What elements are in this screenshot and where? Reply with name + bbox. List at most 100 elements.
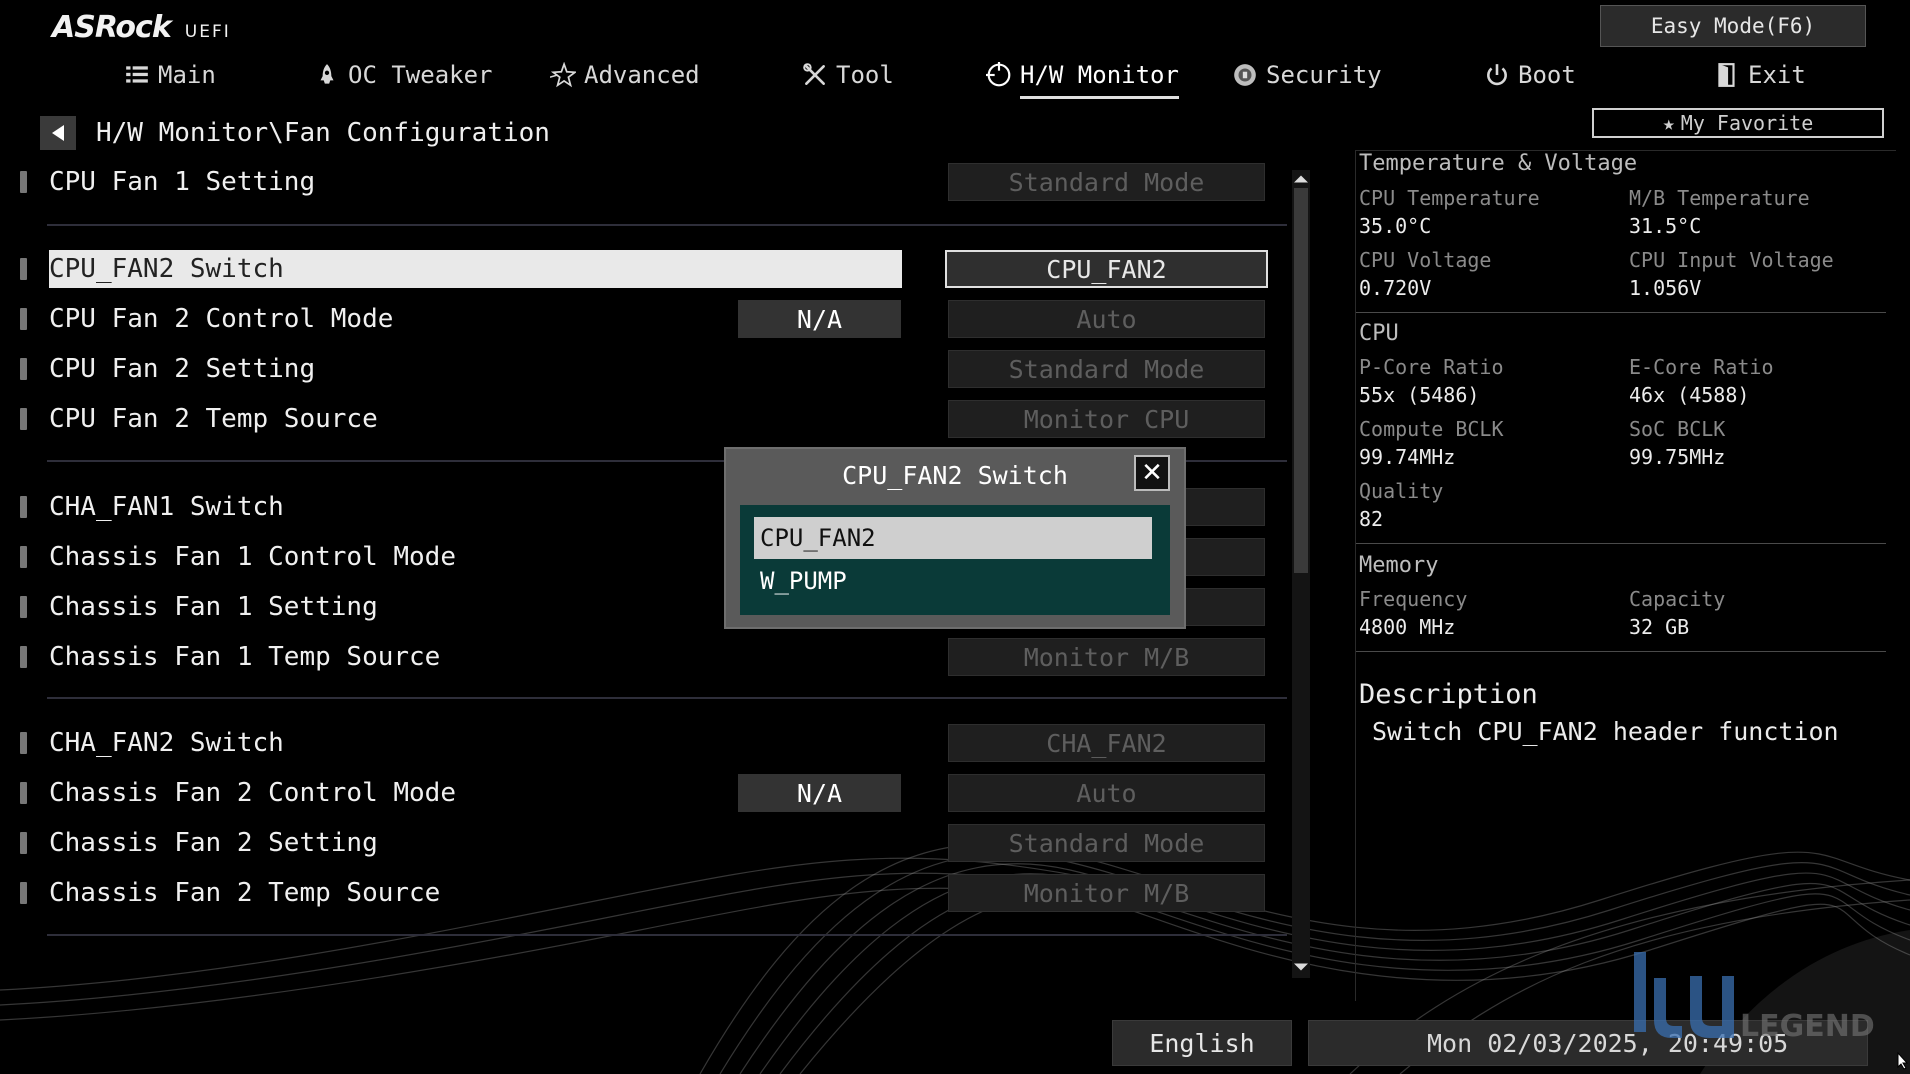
scrollbar-thumb[interactable] xyxy=(1294,188,1308,573)
row-marker xyxy=(20,832,27,854)
tab-label: Boot xyxy=(1518,61,1576,89)
info-panel: Temperature & Voltage CPU Temperature 35… xyxy=(1355,150,1896,1001)
popup-title: CPU_FAN2 Switch xyxy=(842,460,1068,490)
row-marker xyxy=(20,258,27,280)
row-marker xyxy=(20,358,27,380)
setting-row[interactable]: CHA_FAN2 Switch CHA_FAN2 xyxy=(20,722,1290,762)
power-icon xyxy=(1487,64,1507,86)
my-favorite-button[interactable]: ★ My Favorite xyxy=(1592,108,1884,138)
soc-bclk-value: 99.75MHz xyxy=(1629,445,1726,469)
divider xyxy=(47,697,1287,699)
setting-row[interactable]: Chassis Fan 2 Temp Source Monitor M/B xyxy=(20,872,1290,912)
setting-row[interactable]: CPU Fan 1 Setting Standard Mode xyxy=(20,161,1290,201)
mb-temp-value: 31.5°C xyxy=(1629,214,1702,238)
setting-row-selected[interactable]: CPU_FAN2 Switch CPU_FAN2 xyxy=(20,248,1290,288)
ecore-label: E-Core Ratio xyxy=(1629,355,1774,379)
close-icon[interactable]: ✕ xyxy=(1134,455,1170,491)
ecore-value: 46x (4588) xyxy=(1629,383,1750,407)
row-marker xyxy=(20,646,27,668)
divider xyxy=(1356,312,1886,313)
memory-heading: Memory xyxy=(1359,553,1439,578)
setting-value[interactable]: Auto xyxy=(948,774,1265,812)
popup-option-selected[interactable]: CPU_FAN2 xyxy=(754,517,1152,559)
exit-door-icon xyxy=(1718,63,1735,87)
divider xyxy=(1356,543,1886,544)
row-marker xyxy=(20,496,27,518)
tab-boot[interactable]: Boot xyxy=(1484,55,1576,95)
cpu-voltage-value: 0.720V xyxy=(1359,276,1432,300)
setting-row[interactable]: CPU Fan 2 Setting Standard Mode xyxy=(20,348,1290,388)
row-marker xyxy=(20,308,27,330)
my-favorite-label: My Favorite xyxy=(1680,111,1814,135)
setting-label: CPU Fan 2 Setting xyxy=(49,354,316,384)
setting-label: CPU Fan 1 Setting xyxy=(49,167,316,197)
setting-label: CPU Fan 2 Control Mode xyxy=(49,304,394,334)
setting-label: Chassis Fan 1 Temp Source xyxy=(49,642,441,672)
temp-voltage-heading: Temperature & Voltage xyxy=(1359,151,1638,176)
row-marker xyxy=(20,408,27,430)
cpu-input-voltage-label: CPU Input Voltage xyxy=(1629,248,1834,272)
divider xyxy=(1356,651,1886,652)
setting-value[interactable]: Standard Mode xyxy=(948,350,1265,388)
compute-bclk-label: Compute BCLK xyxy=(1359,417,1504,441)
popup-option[interactable]: W_PUMP xyxy=(754,560,1152,602)
quality-label: Quality xyxy=(1359,479,1444,503)
divider xyxy=(47,224,1287,226)
row-marker xyxy=(20,782,27,804)
row-marker xyxy=(20,546,27,568)
current-value-badge: N/A xyxy=(738,300,901,338)
setting-value[interactable]: Monitor CPU xyxy=(948,400,1265,438)
easy-mode-button[interactable]: Easy Mode(F6) xyxy=(1600,5,1866,47)
row-marker xyxy=(20,171,27,193)
setting-label: CPU_FAN2 Switch xyxy=(49,250,902,288)
setting-label: Chassis Fan 2 Setting xyxy=(49,828,378,858)
legend-watermark-logo: LEGEND xyxy=(1634,952,1875,1044)
cpu-heading: CPU xyxy=(1359,321,1399,346)
setting-row[interactable]: CPU Fan 2 Temp Source Monitor CPU xyxy=(20,398,1290,438)
setting-value[interactable]: Auto xyxy=(948,300,1265,338)
watermark-text: LEGEND xyxy=(1740,1009,1875,1044)
setting-value[interactable]: CHA_FAN2 xyxy=(948,724,1265,762)
setting-label: Chassis Fan 1 Setting xyxy=(49,592,378,622)
popup-option-list: CPU_FAN2 W_PUMP xyxy=(740,505,1170,615)
cpu-voltage-label: CPU Voltage xyxy=(1359,248,1492,272)
row-marker xyxy=(20,732,27,754)
current-value-badge: N/A xyxy=(738,774,901,812)
setting-value[interactable]: Standard Mode xyxy=(948,163,1265,201)
setting-value[interactable]: Standard Mode xyxy=(948,824,1265,862)
frequency-label: Frequency xyxy=(1359,587,1468,611)
frequency-value: 4800 MHz xyxy=(1359,615,1456,639)
description-text: Switch CPU_FAN2 header function xyxy=(1372,717,1839,746)
setting-value[interactable]: CPU_FAN2 xyxy=(945,250,1268,288)
pcore-label: P-Core Ratio xyxy=(1359,355,1504,379)
setting-label: CPU Fan 2 Temp Source xyxy=(49,404,378,434)
setting-row[interactable]: Chassis Fan 2 Setting Standard Mode xyxy=(20,822,1290,862)
row-marker xyxy=(20,882,27,904)
setting-label: CHA_FAN1 Switch xyxy=(49,492,284,522)
cpu-temp-value: 35.0°C xyxy=(1359,214,1432,238)
setting-label: CHA_FAN2 Switch xyxy=(49,728,284,758)
cpu-temp-label: CPU Temperature xyxy=(1359,186,1540,210)
divider xyxy=(47,934,1287,936)
setting-value[interactable]: Monitor M/B xyxy=(948,874,1265,912)
soc-bclk-label: SoC BCLK xyxy=(1629,417,1726,441)
quality-value: 82 xyxy=(1359,507,1384,531)
capacity-value: 32 GB xyxy=(1629,615,1690,639)
setting-label: Chassis Fan 1 Control Mode xyxy=(49,542,456,572)
star-icon: ★ xyxy=(1662,111,1675,135)
setting-label: Chassis Fan 2 Temp Source xyxy=(49,878,441,908)
setting-row[interactable]: CPU Fan 2 Control Mode N/A Auto xyxy=(20,298,1290,338)
setting-value[interactable]: Monitor M/B xyxy=(948,638,1265,676)
setting-row[interactable]: Chassis Fan 1 Temp Source Monitor M/B xyxy=(20,636,1290,676)
setting-label: Chassis Fan 2 Control Mode xyxy=(49,778,456,808)
capacity-label: Capacity xyxy=(1629,587,1726,611)
mb-temp-label: M/B Temperature xyxy=(1629,186,1810,210)
setting-row[interactable]: Chassis Fan 2 Control Mode N/A Auto xyxy=(20,772,1290,812)
language-button[interactable]: English xyxy=(1112,1020,1292,1066)
tab-exit[interactable]: Exit xyxy=(1714,55,1806,95)
option-popup: CPU_FAN2 Switch ✕ CPU_FAN2 W_PUMP xyxy=(724,447,1186,629)
pcore-value: 55x (5486) xyxy=(1359,383,1480,407)
row-marker xyxy=(20,596,27,618)
compute-bclk-value: 99.74MHz xyxy=(1359,445,1456,469)
description-title: Description xyxy=(1359,679,1538,710)
